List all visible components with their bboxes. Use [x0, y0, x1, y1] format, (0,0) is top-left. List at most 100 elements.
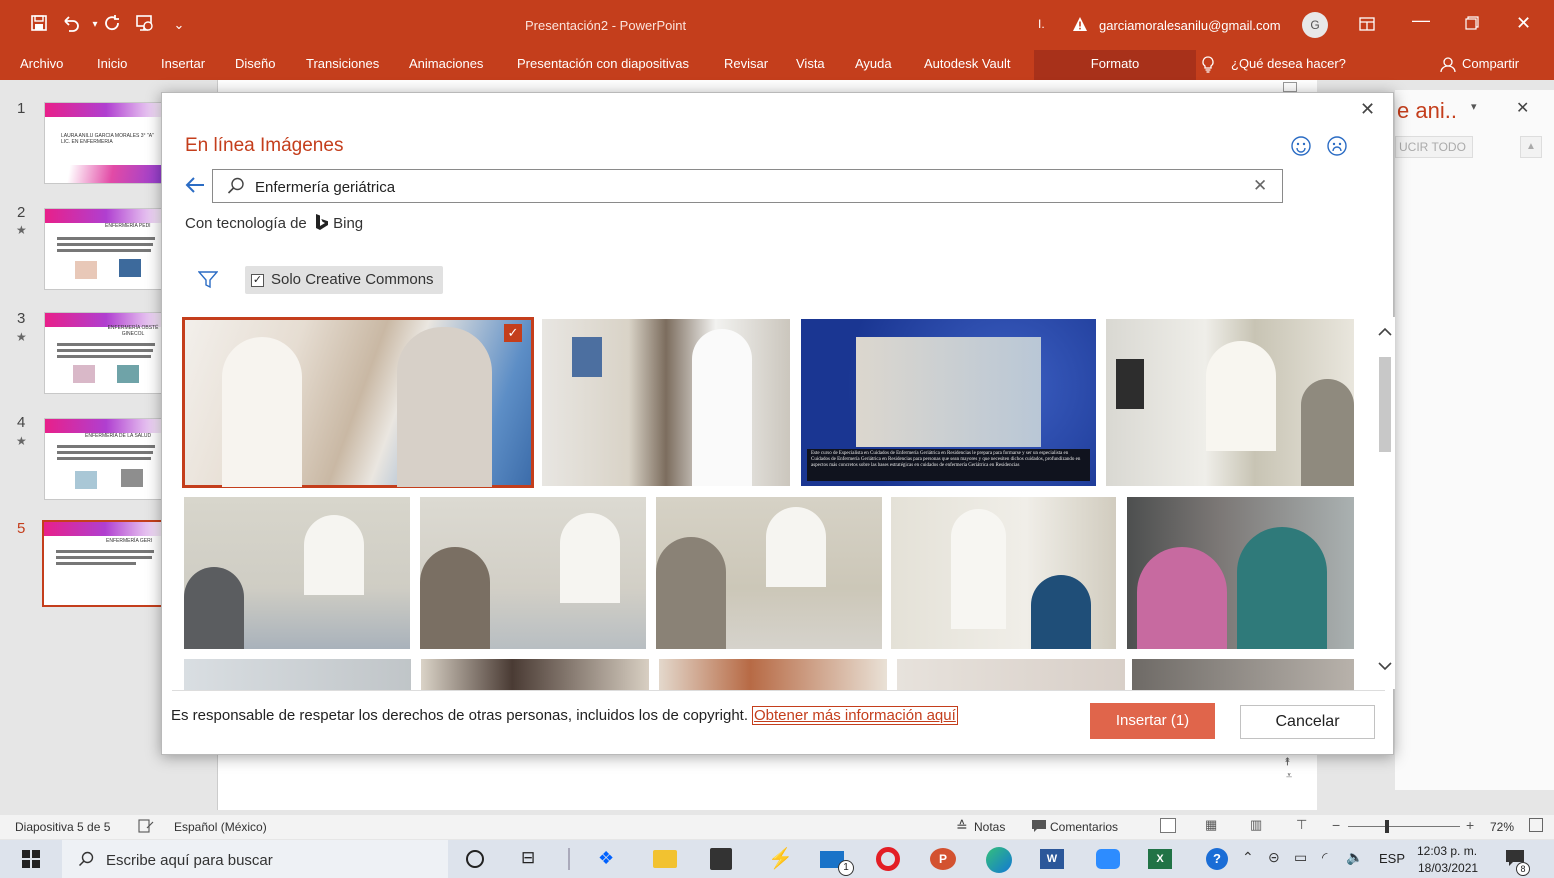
tab-animaciones[interactable]: Animaciones — [409, 50, 483, 80]
clock-time[interactable]: 12:03 p. m. — [1417, 844, 1477, 858]
image-result[interactable] — [184, 659, 411, 690]
clear-search-icon[interactable]: ✕ — [1253, 176, 1267, 196]
comments-button[interactable]: Comentarios — [1050, 820, 1118, 834]
volume-icon[interactable]: 🔈 — [1346, 849, 1363, 866]
filter-icon[interactable] — [197, 271, 219, 292]
zoom-out-icon[interactable]: − — [1332, 817, 1340, 833]
slide-thumbnail-2[interactable]: ENFERMERÍA PEDI — [44, 208, 166, 290]
avatar[interactable]: G — [1302, 12, 1328, 38]
image-result[interactable] — [897, 659, 1125, 690]
start-from-beginning-icon[interactable] — [134, 14, 156, 36]
slide-thumbnail-5[interactable]: ENFERMERÍA GERI — [42, 520, 168, 607]
image-result[interactable] — [891, 497, 1116, 649]
fit-to-window-icon[interactable] — [1529, 818, 1543, 832]
word-icon[interactable]: W — [1040, 849, 1064, 869]
image-result[interactable] — [659, 659, 887, 690]
excel-icon[interactable]: X — [1148, 849, 1172, 869]
tab-inicio[interactable]: Inicio — [97, 50, 127, 80]
clock-date[interactable]: 18/03/2021 — [1418, 861, 1478, 875]
cortana-icon[interactable] — [466, 850, 484, 868]
wifi-icon[interactable]: ◜ — [1322, 849, 1327, 866]
input-language[interactable]: ESP — [1379, 851, 1405, 866]
share-icon[interactable] — [1440, 56, 1457, 76]
help-icon[interactable]: ? — [1206, 848, 1228, 870]
close-window-icon[interactable]: ✕ — [1516, 13, 1531, 34]
taskbar-search[interactable]: Escribe aquí para buscar — [62, 840, 448, 878]
image-result[interactable] — [1127, 497, 1354, 649]
scroll-up-icon[interactable] — [1378, 325, 1392, 340]
image-result[interactable] — [542, 319, 790, 486]
insert-button[interactable]: Insertar (1) — [1090, 703, 1215, 739]
share-button[interactable]: Compartir — [1462, 50, 1519, 80]
meet-now-icon[interactable]: ⊝ — [1268, 849, 1280, 866]
image-result[interactable] — [1106, 319, 1354, 486]
image-result[interactable]: Este curso de Especialista en Cuidados d… — [801, 319, 1096, 486]
reading-view-icon[interactable]: ▥ — [1250, 817, 1262, 833]
accessibility-icon[interactable] — [138, 819, 154, 836]
normal-view-icon[interactable] — [1160, 818, 1176, 833]
tab-formato[interactable]: Formato — [1034, 50, 1196, 80]
minimize-icon[interactable]: — — [1412, 10, 1430, 31]
dropbox-icon[interactable]: ❖ — [598, 848, 614, 869]
zoom-slider-thumb[interactable] — [1385, 820, 1389, 833]
dialog-close-icon[interactable]: ✕ — [1360, 99, 1375, 120]
vs-code-icon[interactable]: ⚡ — [768, 846, 793, 871]
frown-feedback-icon[interactable] — [1326, 135, 1348, 160]
more-info-link[interactable]: Obtener más información aquí — [752, 706, 958, 725]
next-slide-icon[interactable]: ⩡ — [1286, 770, 1292, 783]
edge-icon[interactable] — [986, 847, 1012, 873]
taskbar-search-input[interactable]: Escribe aquí para buscar — [106, 852, 273, 869]
image-result[interactable] — [184, 497, 410, 649]
redo-icon[interactable] — [102, 14, 124, 36]
pane-close-icon[interactable]: ✕ — [1516, 98, 1529, 118]
search-input[interactable]: Enfermería geriátrica — [255, 179, 395, 196]
customize-qat-icon[interactable]: ⌄ — [168, 14, 190, 36]
image-result[interactable] — [656, 497, 882, 649]
zoom-slider[interactable] — [1348, 826, 1460, 827]
search-box[interactable]: Enfermería geriátrica ✕ — [212, 169, 1283, 203]
slide-thumbnail-4[interactable]: ENFERMERÍA DE LA SALUD — [44, 418, 166, 500]
tab-vista[interactable]: Vista — [796, 50, 825, 80]
image-result[interactable]: ✓ — [182, 317, 534, 488]
notes-button[interactable]: Notas — [974, 820, 1005, 834]
restore-icon[interactable] — [1465, 16, 1479, 33]
scroll-down-icon[interactable] — [1378, 659, 1392, 674]
creative-commons-checkbox[interactable]: ✓ — [251, 274, 264, 287]
cancel-button[interactable]: Cancelar — [1240, 705, 1375, 739]
reproducir-todo-button[interactable]: UCIR TODO — [1395, 136, 1473, 158]
canvas-scroll-up[interactable] — [1283, 82, 1297, 92]
move-up-icon[interactable]: ▲ — [1520, 136, 1542, 158]
zoom-app-icon[interactable] — [1096, 849, 1120, 869]
tab-ayuda[interactable]: Ayuda — [855, 50, 892, 80]
tell-me-search[interactable]: ¿Qué desea hacer? — [1231, 50, 1346, 80]
image-result[interactable] — [421, 659, 649, 690]
image-result[interactable] — [1132, 659, 1354, 690]
image-result[interactable] — [420, 497, 646, 649]
slide-thumbnail-1[interactable]: LAURA ANILU GARCIA MORALES 3° "A" LIC. E… — [44, 102, 166, 184]
powerpoint-icon[interactable]: P — [930, 848, 956, 870]
tab-revisar[interactable]: Revisar — [724, 50, 768, 80]
store-icon[interactable] — [710, 848, 732, 870]
results-scrollbar[interactable] — [1375, 317, 1395, 689]
file-explorer-icon[interactable] — [653, 850, 677, 868]
ribbon-display-options-icon[interactable] — [1358, 16, 1376, 35]
creative-commons-filter[interactable]: ✓ Solo Creative Commons — [245, 266, 443, 294]
task-view-icon[interactable]: ⊟ — [521, 848, 535, 868]
pane-options-icon[interactable]: ▾ — [1471, 100, 1477, 113]
scrollbar-thumb[interactable] — [1379, 357, 1391, 452]
tab-transiciones[interactable]: Transiciones — [306, 50, 379, 80]
language-status[interactable]: Español (México) — [174, 820, 267, 834]
slide-thumbnail-3[interactable]: ENFERMERÍA OBSTÉ GINECOL — [44, 312, 166, 394]
smile-feedback-icon[interactable] — [1290, 135, 1312, 160]
opera-icon[interactable] — [876, 847, 900, 871]
show-hidden-icons[interactable]: ⌃ — [1242, 849, 1254, 866]
zoom-in-icon[interactable]: + — [1466, 817, 1474, 833]
tab-insertar[interactable]: Insertar — [161, 50, 205, 80]
save-icon[interactable] — [28, 14, 50, 36]
warning-icon[interactable] — [1072, 16, 1088, 35]
windows-start-icon[interactable] — [22, 850, 40, 871]
account-email[interactable]: garciamoralesanilu@gmail.com — [1099, 18, 1281, 33]
battery-icon[interactable]: ▭ — [1294, 849, 1307, 866]
prev-slide-icon[interactable]: ⯭ — [1284, 756, 1291, 769]
tab-diseno[interactable]: Diseño — [235, 50, 275, 80]
